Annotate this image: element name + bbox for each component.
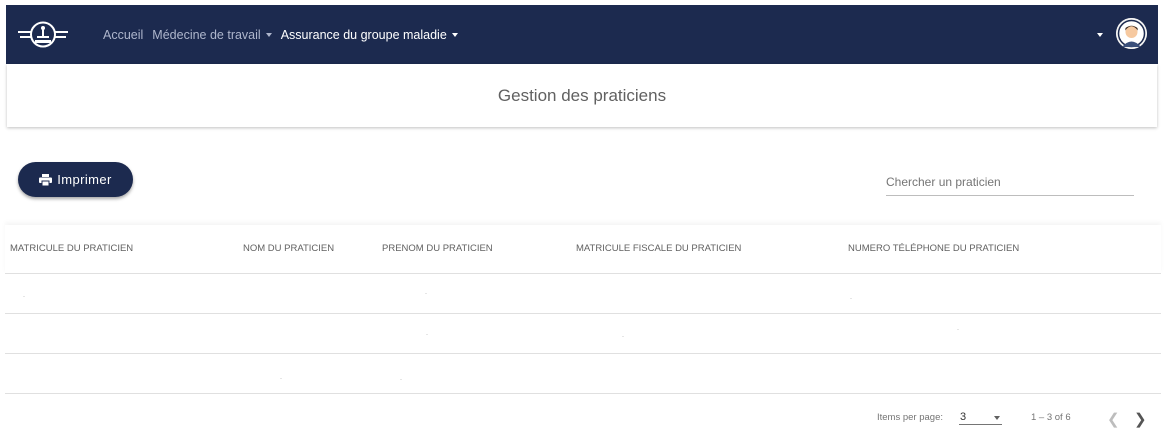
range-label: 1 – 3 of 6 <box>1031 412 1071 423</box>
page-size-select[interactable]: 3 <box>959 406 1002 425</box>
nav-accueil-label: Accueil <box>103 27 144 42</box>
user-avatar[interactable] <box>1116 18 1147 49</box>
chevron-down-icon <box>265 32 272 37</box>
nav-accueil[interactable]: Accueil <box>103 28 143 42</box>
items-per-page-label: Items per page: <box>877 412 944 423</box>
print-button-label: Imprimer <box>57 172 112 187</box>
main-nav: Accueil Médecine de travail Assurance du… <box>103 5 467 64</box>
user-menu-chevron-down-icon[interactable] <box>1097 33 1103 37</box>
printer-icon <box>39 173 53 186</box>
page-size-value: 3 <box>960 411 967 423</box>
next-page-icon[interactable]: ❯ <box>1134 410 1147 428</box>
table-row[interactable] <box>5 314 1161 354</box>
title-card: Gestion des praticiens <box>7 64 1157 127</box>
nav-assurance-label: Assurance du groupe maladie <box>280 27 447 42</box>
chevron-down-icon <box>451 32 458 37</box>
practitioners-table: MATRICULE DU PRATICIEN NOM DU PRATICIEN … <box>5 225 1161 394</box>
table-header: MATRICULE DU PRATICIEN NOM DU PRATICIEN … <box>5 225 1161 274</box>
table-cell <box>280 378 282 379</box>
table-cell <box>850 298 852 299</box>
column-header-matricule[interactable]: MATRICULE DU PRATICIEN <box>10 243 133 254</box>
table-cell <box>23 296 25 297</box>
table-cell <box>957 329 959 330</box>
previous-page-icon[interactable]: ❮ <box>1107 410 1120 428</box>
table-row[interactable] <box>5 274 1161 314</box>
table-cell <box>426 334 428 335</box>
avatar-icon <box>1116 18 1147 49</box>
organization-logo[interactable] <box>18 19 68 50</box>
top-navbar: Accueil Médecine de travail Assurance du… <box>6 5 1158 64</box>
table-cell <box>622 336 624 337</box>
table-cell <box>400 379 402 380</box>
table-row[interactable] <box>5 354 1161 394</box>
paginator: Items per page: 3 1 – 3 of 6 ❮ ❯ <box>0 400 1167 430</box>
column-header-matricule-fiscale[interactable]: MATRICULE FISCALE DU PRATICIEN <box>576 243 741 254</box>
print-button[interactable]: Imprimer <box>18 162 133 197</box>
page-title: Gestion des praticiens <box>497 85 667 105</box>
nav-medecine-de-travail[interactable]: Médecine de travail <box>152 27 272 42</box>
column-header-nom[interactable]: NOM DU PRATICIEN <box>243 243 334 254</box>
table-cell <box>425 293 427 294</box>
chevron-down-icon <box>994 416 1000 420</box>
column-header-prenom[interactable]: PRENOM DU PRATICIEN <box>382 243 493 254</box>
nav-assurance-groupe-maladie[interactable]: Assurance du groupe maladie <box>281 28 458 42</box>
search-field <box>886 173 1134 196</box>
search-input[interactable] <box>886 175 1134 189</box>
column-header-telephone[interactable]: NUMERO TÉLÉPHONE DU PRATICIEN <box>848 243 1019 254</box>
nav-medecine-label: Médecine de travail <box>152 27 261 42</box>
